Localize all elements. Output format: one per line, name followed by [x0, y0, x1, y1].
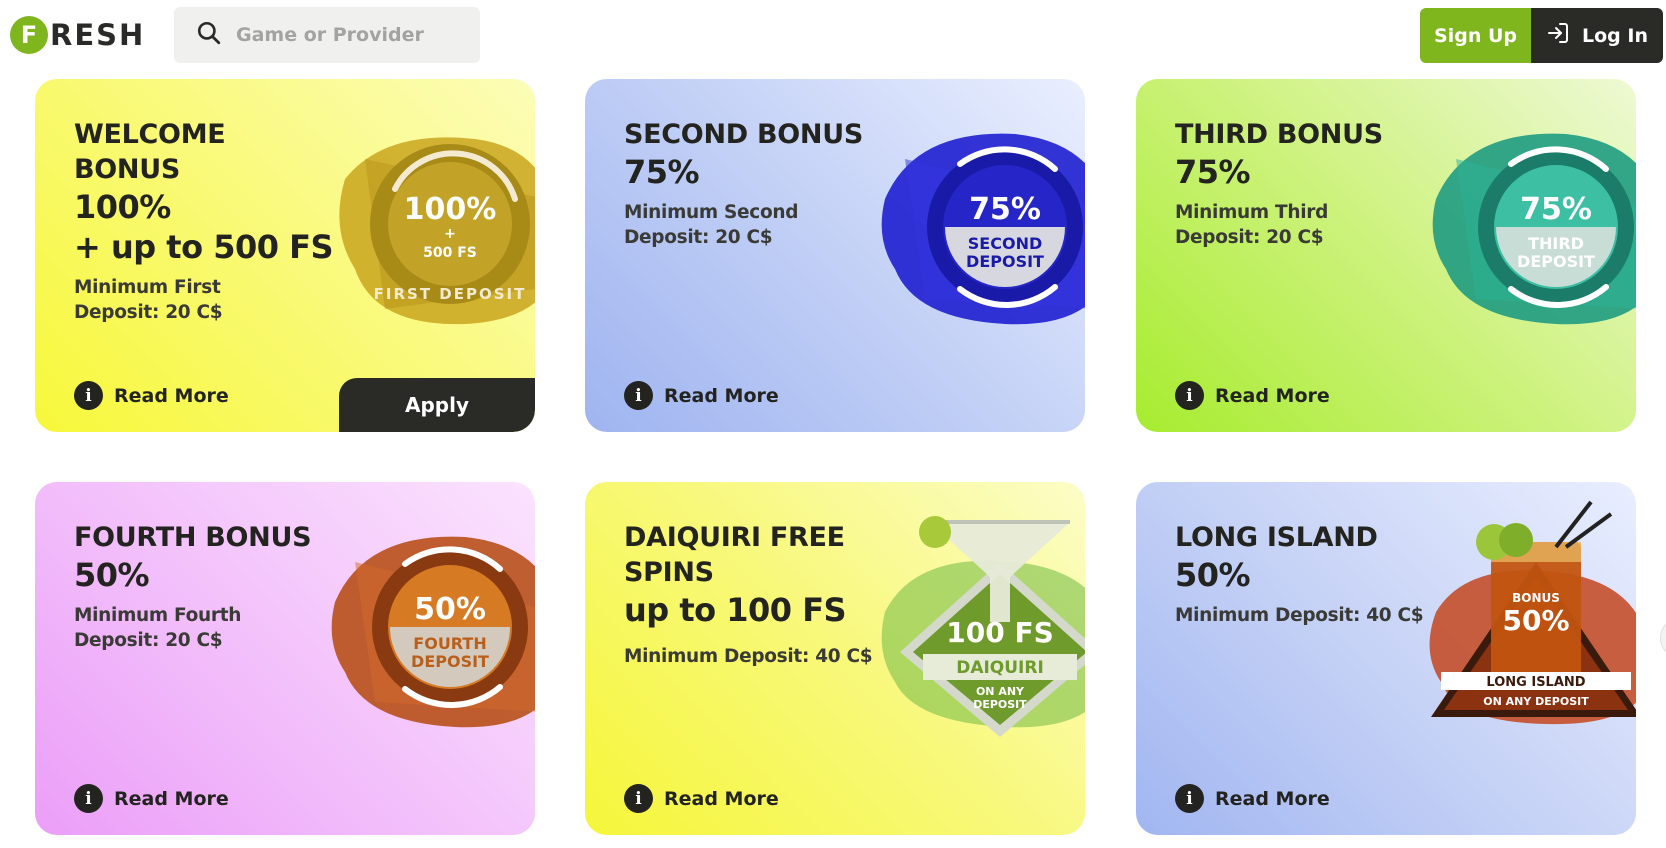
read-more-link[interactable]: i Read More [1175, 784, 1330, 813]
badge-ring-text: FIRST DEPOSIT [374, 285, 527, 303]
card-description: Minimum First Deposit: 20 C$ [74, 275, 324, 325]
read-more-label: Read More [114, 787, 229, 810]
read-more-label: Read More [664, 787, 779, 810]
card-text: WELCOME BONUS 100% + up to 500 FS Minimu… [74, 117, 334, 325]
card-title: DAIQUIRI FREE SPINS [624, 522, 845, 588]
badge-big-text: 50% [414, 592, 486, 627]
read-more-link[interactable]: i Read More [1175, 381, 1330, 410]
badge-big-text: 100% [404, 192, 497, 227]
info-icon: i [74, 784, 103, 813]
logo-mark: F [10, 16, 48, 54]
card-free-spins: + up to 500 FS [74, 228, 334, 266]
badge-line2-text: ON ANY DEPOSIT [1483, 695, 1589, 708]
badge-small-text: BONUS [1512, 591, 1560, 605]
badge-line1-text: SECOND [968, 234, 1042, 253]
badge-big-text: 100 FS [946, 616, 1054, 649]
badge-line1-text: FOURTH [413, 634, 486, 653]
badge-line1-text: LONG ISLAND [1486, 675, 1585, 690]
long-island-badge: BONUS 50% LONG ISLAND ON ANY DEPOSIT [1416, 500, 1636, 732]
search-icon [196, 20, 222, 50]
logo-wordmark: RESH [50, 18, 146, 52]
search-input[interactable] [236, 24, 466, 46]
info-icon: i [74, 381, 103, 410]
fresh-logo[interactable]: F RESH [10, 15, 145, 55]
read-more-label: Read More [1215, 787, 1330, 810]
info-icon: i [1175, 381, 1204, 410]
badge-line2-text: ON ANY [976, 685, 1025, 698]
desc-line: Deposit: 20 C$ [74, 302, 223, 323]
search-box[interactable] [174, 7, 480, 63]
badge-big-text: 50% [1502, 604, 1569, 637]
bonus-card-long-island[interactable]: LONG ISLAND 50% Minimum Deposit: 40 C$ B… [1136, 482, 1636, 835]
bonus-card-fourth[interactable]: FOURTH BONUS 50% Minimum Fourth Deposit:… [35, 482, 535, 835]
bonus-card-daiquiri[interactable]: DAIQUIRI FREE SPINS up to 100 FS Minimum… [585, 482, 1085, 835]
read-more-link[interactable]: i Read More [74, 381, 229, 410]
read-more-link[interactable]: i Read More [624, 784, 779, 813]
bonus-card-second[interactable]: SECOND BONUS 75% Minimum Second Deposit:… [585, 79, 1085, 432]
daiquiri-badge: 100 FS DAIQUIRI ON ANY DEPOSIT [875, 516, 1085, 737]
info-icon: i [624, 381, 653, 410]
card-title: WELCOME BONUS [74, 119, 226, 185]
badge-line3-text: DEPOSIT [973, 698, 1027, 711]
read-more-label: Read More [1215, 384, 1330, 407]
badge-big-text: 75% [1520, 192, 1592, 227]
login-icon [1546, 21, 1582, 50]
read-more-label: Read More [114, 384, 229, 407]
badge-big-text: 75% [969, 192, 1041, 227]
read-more-link[interactable]: i Read More [624, 381, 779, 410]
badge-line2-text: DEPOSIT [1517, 252, 1595, 271]
bonus-card-welcome[interactable]: WELCOME BONUS 100% + up to 500 FS Minimu… [35, 79, 535, 432]
welcome-bonus-badge: 100% + 500 FS FIRST DEPOSIT [325, 119, 535, 329]
badge-small-text: 500 FS [423, 245, 477, 261]
card-percent: 100% [74, 188, 171, 226]
bonus-card-third[interactable]: THIRD BONUS 75% Minimum Third Deposit: 2… [1136, 79, 1636, 432]
second-bonus-badge: 75% SECOND DEPOSIT [875, 119, 1085, 329]
info-icon: i [1175, 784, 1204, 813]
badge-line2-text: DEPOSIT [966, 252, 1044, 271]
top-header: F RESH Sign Up Log In [0, 0, 1666, 68]
badge-plus-text: + [444, 226, 456, 242]
fourth-bonus-badge: 50% FOURTH DEPOSIT [325, 522, 535, 732]
read-more-link[interactable]: i Read More [74, 784, 229, 813]
info-icon: i [624, 784, 653, 813]
apply-button[interactable]: Apply [339, 378, 535, 432]
log-in-button[interactable]: Log In [1531, 8, 1663, 63]
sign-up-button[interactable]: Sign Up [1420, 8, 1531, 63]
badge-line2-text: DEPOSIT [411, 652, 489, 671]
third-bonus-badge: 75% THIRD DEPOSIT [1426, 119, 1636, 329]
log-in-label: Log In [1582, 24, 1648, 47]
read-more-label: Read More [664, 384, 779, 407]
desc-line: Minimum First [74, 277, 221, 298]
badge-line1-text: THIRD [1528, 234, 1584, 253]
badge-line1-text: DAIQUIRI [956, 658, 1044, 678]
carousel-next-handle[interactable] [1660, 620, 1666, 656]
